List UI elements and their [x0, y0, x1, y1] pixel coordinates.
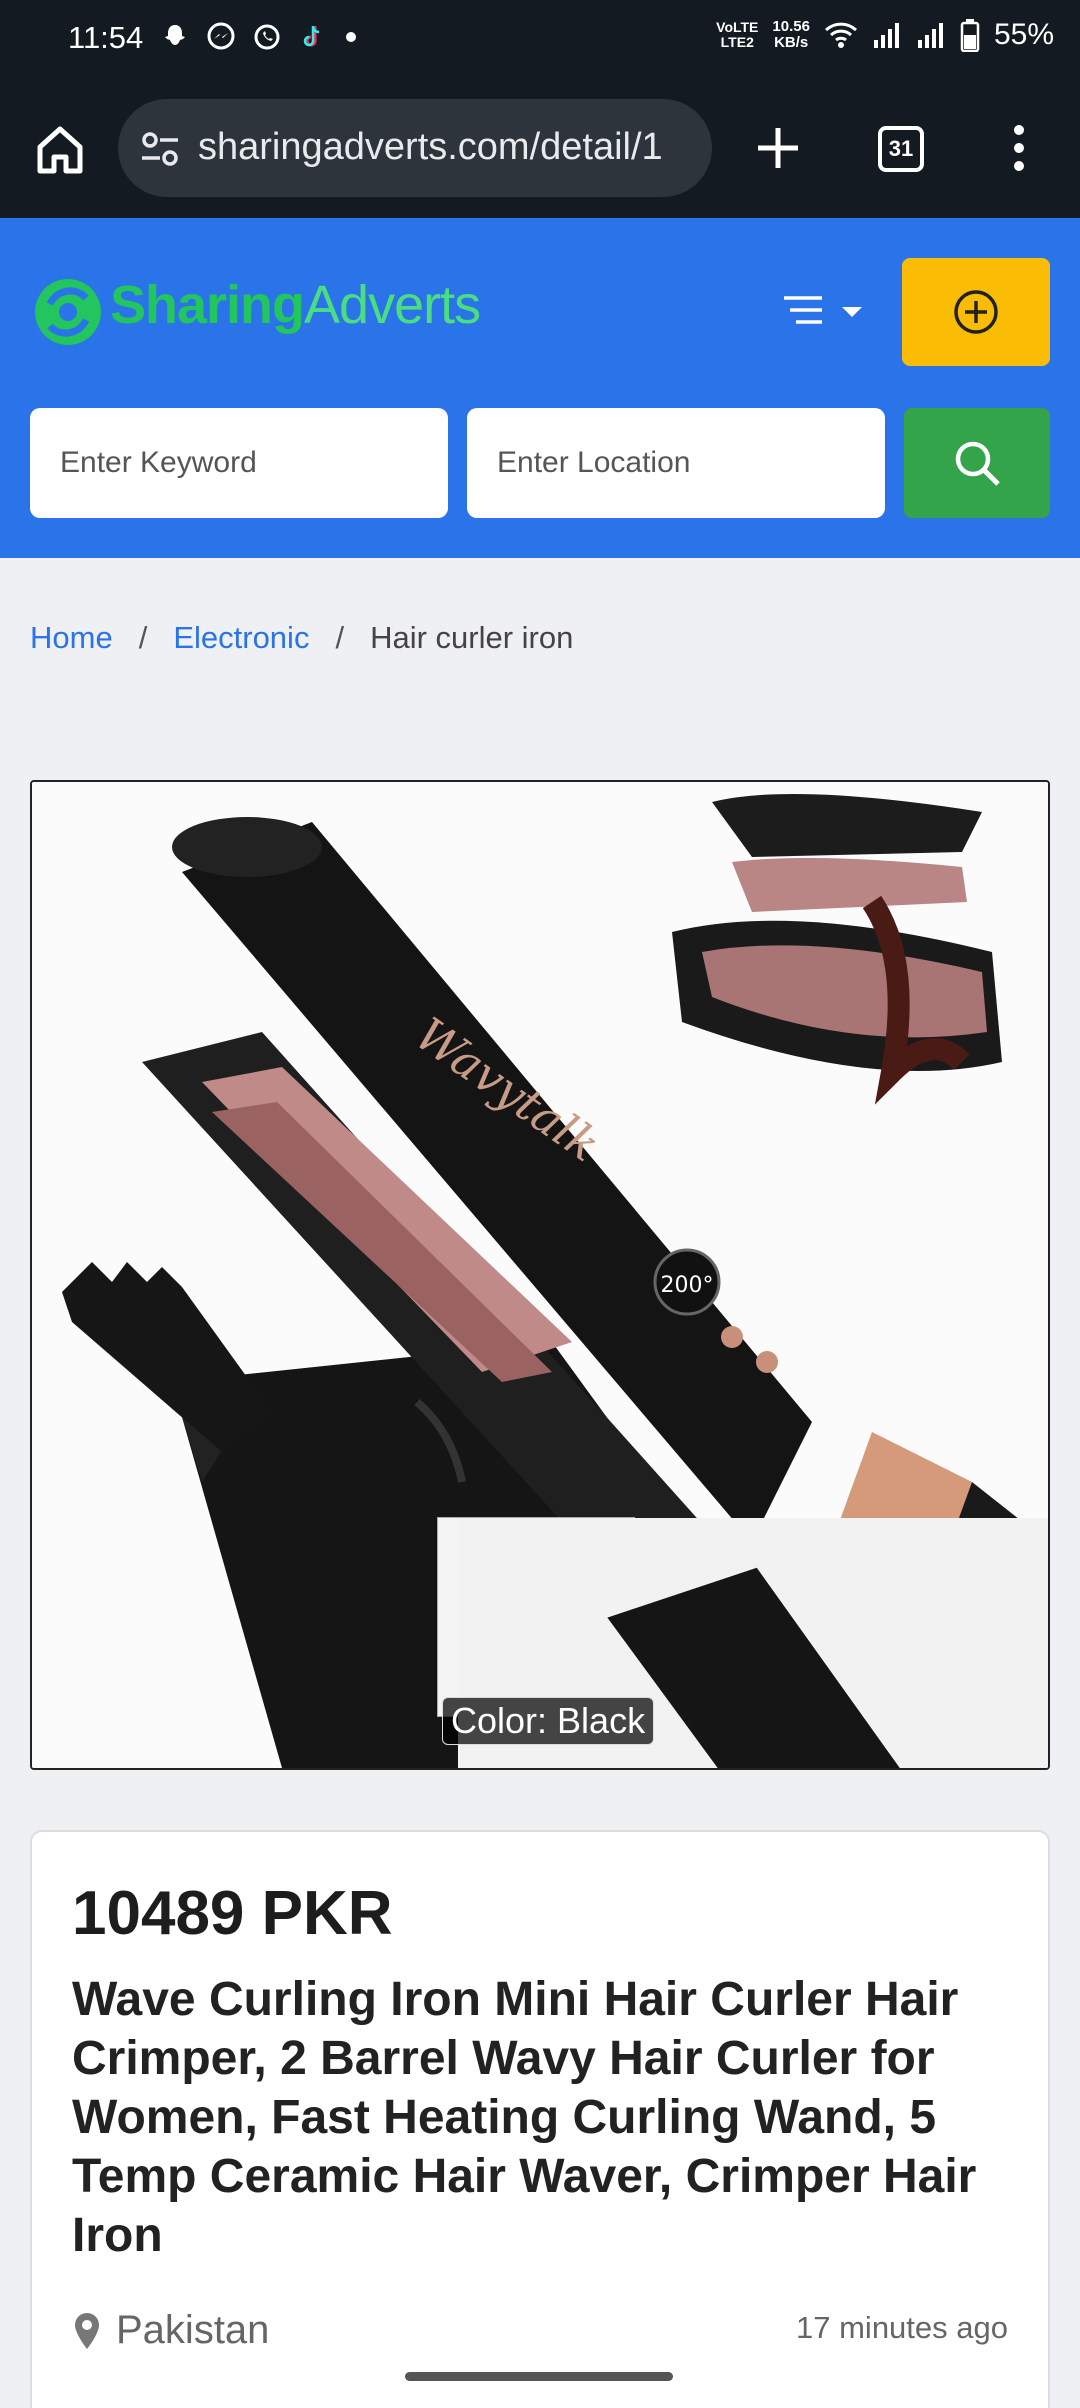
notification-icons: [160, 22, 358, 52]
network-speed: 10.56 KB/s: [772, 18, 810, 51]
wifi-icon: [824, 22, 857, 48]
signal-icon: [917, 23, 943, 48]
post-ad-button[interactable]: [902, 258, 1050, 366]
thumbnail-caption: Color: Black: [442, 1697, 655, 1745]
listing-title: Wave Curling Iron Mini Hair Curler Hair …: [72, 1973, 977, 2262]
snapchat-icon: [165, 25, 185, 45]
signal-icon: [873, 23, 899, 48]
whatsapp-icon: [254, 24, 280, 50]
breadcrumb-separator: /: [335, 620, 345, 655]
new-tab-icon[interactable]: [752, 122, 804, 174]
logo-text[interactable]: SharingAdverts: [110, 274, 481, 336]
site-settings-icon[interactable]: [138, 127, 182, 171]
tab-switcher-button[interactable]: 31: [878, 126, 924, 172]
status-bar: 11:54 VoLTE LTE2 10.56 KB/s 55%: [0, 0, 1080, 82]
tiktok-icon: [303, 25, 320, 47]
messenger-icon: [207, 22, 235, 50]
location-text: Pakistan: [116, 2308, 270, 2352]
product-image-gallery[interactable]: Wavytalk 200° Color: Black: [30, 780, 1050, 1770]
image-thumbnail[interactable]: [437, 1517, 1048, 1768]
keyword-input[interactable]: [30, 408, 448, 518]
logo-icon[interactable]: [32, 264, 104, 360]
listing-price: 10489 PKR: [72, 1879, 393, 1948]
gesture-navigation-bar[interactable]: [405, 2372, 673, 2381]
browser-toolbar: sharingadverts.com/detail/1 31: [0, 82, 1080, 218]
location-pin-icon: [75, 2312, 99, 2349]
url-text[interactable]: sharingadverts.com/detail/1: [198, 126, 663, 169]
overflow-menu-icon[interactable]: [1004, 122, 1034, 174]
battery-percent: 55%: [993, 18, 1054, 51]
search-button[interactable]: [904, 408, 1050, 518]
battery-icon: [960, 19, 980, 52]
breadcrumb: Home / Electronic / Hair curler iron: [30, 620, 573, 656]
dot-icon: [346, 32, 356, 42]
listing-location: Pakistan: [72, 2308, 269, 2353]
svg-text:200°: 200°: [661, 1273, 714, 1298]
breadcrumb-current: Hair curler iron: [370, 620, 574, 655]
network-type: VoLTE LTE2: [716, 19, 759, 50]
search-icon: [955, 441, 1000, 486]
status-time: 11:54: [68, 20, 144, 55]
nav-menu-toggle[interactable]: [778, 290, 870, 334]
breadcrumb-separator: /: [138, 620, 148, 655]
plus-circle-icon: [954, 290, 998, 334]
status-right: VoLTE LTE2 10.56 KB/s 55%: [716, 18, 1054, 52]
address-bar[interactable]: sharingadverts.com/detail/1: [118, 99, 712, 197]
listing-details-card: 10489 PKR Wave Curling Iron Mini Hair Cu…: [30, 1830, 1050, 2408]
home-icon[interactable]: [30, 119, 90, 179]
breadcrumb-category[interactable]: Electronic: [173, 620, 309, 656]
posted-time: 17 minutes ago: [796, 2310, 1008, 2345]
location-input[interactable]: [467, 408, 885, 518]
site-header: SharingAdverts: [0, 218, 1080, 558]
breadcrumb-home[interactable]: Home: [30, 620, 113, 656]
